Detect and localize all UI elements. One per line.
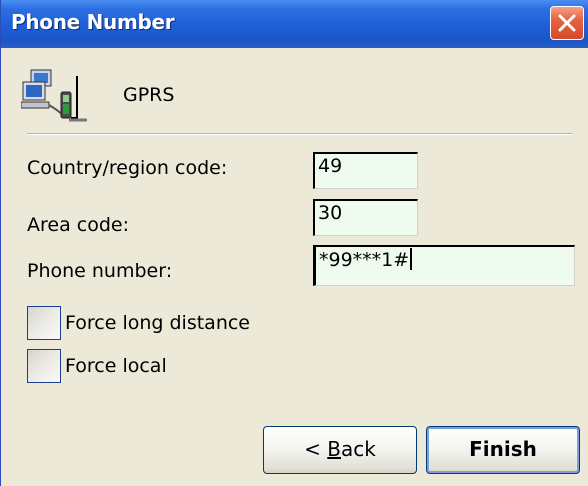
country-code-label: Country/region code:: [27, 157, 228, 179]
close-icon: [558, 14, 576, 32]
force-local-label[interactable]: Force local: [65, 355, 167, 377]
close-button[interactable]: [550, 6, 584, 40]
window-title: Phone Number: [11, 10, 175, 34]
area-code-label: Area code:: [27, 214, 129, 236]
force-long-distance-checkbox[interactable]: [27, 306, 61, 340]
divider: [27, 133, 572, 135]
back-button[interactable]: < Back: [263, 426, 417, 474]
connection-name: GPRS: [123, 84, 175, 106]
phone-number-input[interactable]: *99***1#: [313, 245, 575, 286]
area-code-value: 30: [318, 202, 343, 224]
finish-button-label: Finish: [469, 437, 537, 461]
force-long-distance-label[interactable]: Force long distance: [65, 312, 250, 334]
force-local-checkbox[interactable]: [27, 349, 61, 383]
back-button-rest: ack: [341, 437, 376, 461]
finish-button[interactable]: Finish: [426, 426, 580, 474]
phone-number-value: *99***1#: [319, 249, 410, 271]
title-bar[interactable]: Phone Number: [1, 0, 588, 48]
back-button-mnemonic: B: [327, 437, 341, 461]
phone-number-label: Phone number:: [27, 260, 173, 282]
area-code-input[interactable]: 30: [313, 199, 418, 236]
country-code-input[interactable]: 49: [313, 152, 418, 189]
country-code-value: 49: [318, 155, 343, 177]
network-connection-icon: [20, 68, 91, 124]
text-cursor: [410, 248, 413, 270]
back-button-prefix: <: [304, 437, 328, 461]
phone-number-dialog: Phone Number GPRS Country/region code: 4…: [0, 0, 588, 486]
